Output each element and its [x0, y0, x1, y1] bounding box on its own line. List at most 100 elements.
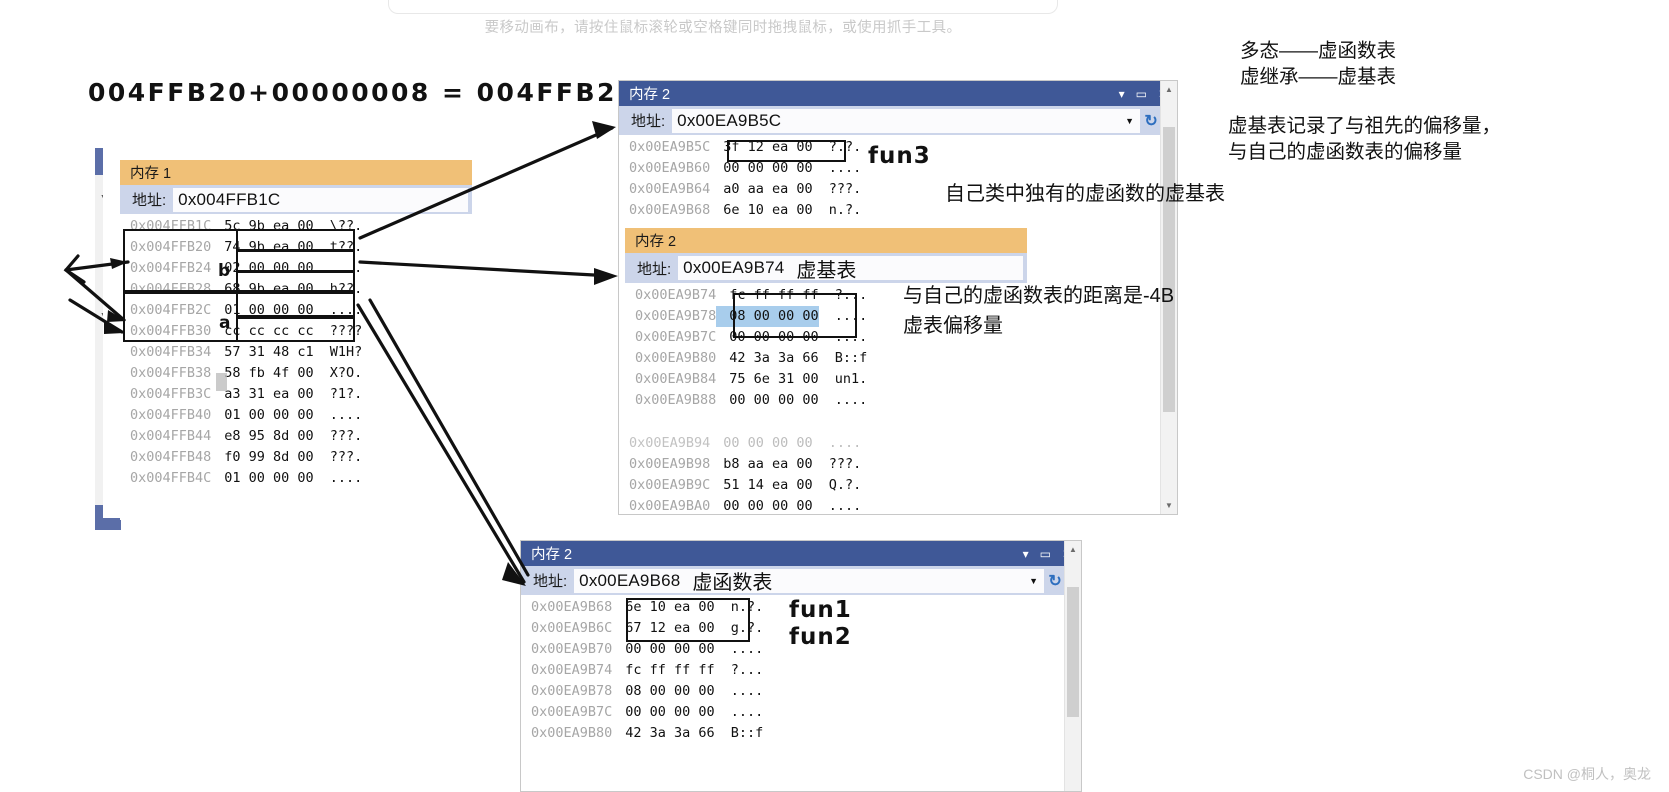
memory2bot-address-bar[interactable]: 地址: 0x00EA9B68 虚函数表 ▼ ↻ '' — [521, 566, 1081, 595]
memory-row-bytes[interactable]: a0 aa ea 00 — [710, 179, 812, 200]
scroll-up-icon[interactable]: ▲ — [1161, 81, 1177, 98]
memory-row-ascii: Q.?. — [828, 477, 862, 493]
memory1-caret-highlight — [216, 373, 227, 391]
memory-row-bytes[interactable]: 68 9b ea 00 — [211, 279, 313, 300]
memory-row-bytes[interactable]: e8 95 8d 00 — [211, 426, 313, 447]
memory1-address-value: 0x004FFB1C — [178, 189, 281, 209]
memory2mid-address-bar[interactable]: 地址: 0x00EA9B74 虚基表 — [625, 253, 1027, 283]
memory-row[interactable]: 0x004FFB40 01 00 00 00.... — [120, 405, 472, 426]
memory-row[interactable]: 0x004FFB1C 5c 9b ea 00 \??. — [120, 216, 472, 237]
hand-label-fun1: fun1 — [789, 597, 852, 623]
memory-row-ascii: B::f — [730, 725, 764, 741]
memory-row-address: 0x00EA9B68 — [629, 202, 711, 218]
memory-row[interactable]: 0x00EA9B9C 51 14 ea 00 Q.?. — [619, 475, 1177, 496]
memory-row-bytes[interactable]: 01 00 00 00 — [211, 468, 313, 489]
memory-row-bytes[interactable]: 08 00 00 00 — [716, 306, 819, 327]
memory-row[interactable]: 0x004FFB20 74 9b ea 00 t??. — [120, 237, 472, 258]
memory-row-bytes[interactable]: 00 00 00 00 — [716, 390, 818, 411]
memory-row-bytes[interactable]: 08 00 00 00 — [612, 681, 714, 702]
memory2top-address-bar[interactable]: 地址: 0x00EA9B5C ▼ ↻ '' — [619, 106, 1177, 135]
memory-row[interactable]: 0x004FFB44 e8 95 8d 00???. — [120, 426, 472, 447]
memory-row-bytes[interactable]: 01 00 00 00 — [211, 405, 313, 426]
memory-row[interactable]: 0x004FFB30 cc cc cc cc???? — [120, 321, 472, 342]
memory2bot-address-input[interactable]: 0x00EA9B68 虚函数表 ▼ — [574, 568, 1045, 594]
scrollbar-thumb[interactable] — [1067, 587, 1079, 717]
memory2mid-address-input[interactable]: 0x00EA9B74 虚基表 — [678, 256, 1023, 282]
memory-row-bytes[interactable]: 42 3a 3a 66 — [612, 723, 714, 744]
memory-row[interactable]: 0x00EA9B98 b8 aa ea 00???. — [619, 454, 1177, 475]
chevron-down-icon[interactable]: ▼ — [1029, 576, 1044, 586]
memory2mid-titlebar[interactable]: 内存 2 — [625, 228, 1027, 253]
scroll-down-icon[interactable]: ▼ — [1161, 497, 1177, 514]
memory-row-bytes[interactable]: 6e 10 ea 00 — [612, 597, 714, 618]
hand-label-fun3: fun3 — [868, 143, 931, 169]
memory2bot-titlebar[interactable]: 内存 2 ▾ ▭ ✕ — [521, 541, 1081, 566]
memory-row-bytes[interactable]: 42 3a 3a 66 — [716, 348, 818, 369]
chevron-down-icon[interactable]: ▾ — [1119, 88, 1125, 100]
memory1-hex-grid[interactable]: 0x004FFB1C 5c 9b ea 00 \??. 0x004FFB20 74 9b… — [120, 214, 472, 489]
memory-row[interactable]: 0x004FFB38 58 fb 4f 00 X?O. — [120, 363, 472, 384]
memory-row-bytes[interactable]: 00 00 00 00 — [612, 702, 714, 723]
refresh-icon[interactable]: ↻ — [1044, 571, 1066, 591]
memory-row-bytes[interactable]: fc ff ff ff — [716, 285, 818, 306]
memory-row[interactable]: 0x004FFB34 57 31 48 c1 W1H? — [120, 342, 472, 363]
scrollbar-thumb[interactable] — [1163, 127, 1175, 412]
memory-row-bytes[interactable]: b8 aa ea 00 — [710, 454, 812, 475]
memory-row[interactable]: 0x00EA9BA0 00 00 00 00.... — [619, 496, 1177, 517]
memory-row[interactable]: 0x004FFB2C 01 00 00 00.... — [120, 300, 472, 321]
memory-row-address: 0x004FFB4C — [130, 470, 212, 486]
memory-row[interactable]: 0x00EA9B94 00 00 00 00.... — [619, 433, 1177, 454]
memory-row[interactable]: 0x004FFB28 68 9b ea 00 h??. — [120, 279, 472, 300]
refresh-icon[interactable]: ↻ — [1140, 111, 1162, 131]
memory-row-bytes[interactable]: 00 00 00 00 — [612, 639, 714, 660]
memory-window-1[interactable]: 内存 1 地址: 0x004FFB1C 0x004FFB1C 5c 9b ea 0… — [120, 160, 472, 520]
memory-row[interactable]: 0x004FFB48 f0 99 8d 00???. — [120, 447, 472, 468]
memory-window-2-bottom[interactable]: 内存 2 ▾ ▭ ✕ 地址: 0x00EA9B68 虚函数表 ▼ ↻ '' 0x… — [520, 540, 1082, 792]
memory-row[interactable]: 0x00EA9B78 08 00 00 00.... — [521, 681, 1081, 702]
memory-row-ascii: ?.?. — [828, 139, 862, 155]
memory-row-ascii: .... — [329, 260, 363, 276]
memory-row-bytes[interactable]: 57 31 48 c1 — [211, 342, 313, 363]
memory-row-address: 0x00EA9B80 — [531, 725, 613, 741]
memory-row-bytes[interactable]: 51 14 ea 00 — [710, 475, 812, 496]
memory-row-ascii: X?O. — [329, 365, 363, 381]
memory2bot-vertical-scrollbar[interactable]: ▲ — [1064, 541, 1081, 791]
memory-row[interactable]: 0x00EA9B74 fc ff ff ff?... — [521, 660, 1081, 681]
memory-row[interactable]: 0x00EA9B7C 00 00 00 00.... — [521, 702, 1081, 723]
memory-row-bytes[interactable]: 00 00 00 00 — [710, 496, 812, 517]
memory1-titlebar[interactable]: 内存 1 — [120, 160, 472, 185]
memory-row-ascii: W1H? — [329, 344, 363, 360]
memory2top-hex-grid-tail[interactable]: 0x00EA9B94 00 00 00 00.... 0x00EA9B98 b8 aa… — [619, 431, 1177, 517]
memory-row-bytes[interactable]: 00 00 00 00 — [716, 327, 818, 348]
memory-row[interactable]: 0x00EA9B88 00 00 00 00.... — [625, 390, 1027, 411]
memory-row-bytes[interactable]: 75 6e 31 00 — [716, 369, 818, 390]
memory-row-address: 0x00EA9B98 — [629, 456, 711, 472]
memory-row-bytes[interactable]: 00 00 00 00 — [710, 433, 812, 454]
memory2top-titlebar[interactable]: 内存 2 ▾ ▭ ✕ — [619, 81, 1177, 106]
annotation-own-vfunc-vbtable: 自己类中独有的虚函数的虚基表 — [945, 183, 1225, 205]
memory-row[interactable]: 0x004FFB24 02 00 00 00.... — [120, 258, 472, 279]
memory-row-address: 0x00EA9B80 — [635, 350, 717, 366]
memory-row-bytes[interactable]: 74 9b ea 00 — [211, 237, 313, 258]
memory-row[interactable]: 0x004FFB3C a3 31 ea 00 ?1?. — [120, 384, 472, 405]
scroll-up-icon[interactable]: ▲ — [1065, 541, 1081, 558]
memory-row-bytes[interactable]: 5c 9b ea 00 — [211, 216, 313, 237]
chevron-down-icon[interactable]: ▼ — [1125, 116, 1140, 126]
memory-row-bytes[interactable]: fc ff ff ff — [612, 660, 714, 681]
memory1-address-input[interactable]: 0x004FFB1C — [173, 187, 468, 212]
maximize-icon[interactable]: ▭ — [1136, 88, 1147, 100]
chevron-down-icon[interactable]: ▾ — [1023, 548, 1029, 560]
memory-row[interactable]: 0x004FFB4C 01 00 00 00.... — [120, 468, 472, 489]
memory-row-bytes[interactable]: 3f 12 ea 00 — [710, 137, 812, 158]
memory-row[interactable]: 0x00EA9B84 75 6e 31 00 un1. — [625, 369, 1027, 390]
memory-row-bytes[interactable]: f0 99 8d 00 — [211, 447, 313, 468]
memory2top-address-input[interactable]: 0x00EA9B5C ▼ — [672, 108, 1141, 133]
memory-row[interactable]: 0x00EA9B80 42 3a 3a 66 B::f — [521, 723, 1081, 744]
memory-row-bytes[interactable]: 6e 10 ea 00 — [710, 200, 812, 221]
memory-row-bytes[interactable]: 00 00 00 00 — [710, 158, 812, 179]
maximize-icon[interactable]: ▭ — [1040, 548, 1051, 560]
memory1-address-bar[interactable]: 地址: 0x004FFB1C — [120, 185, 472, 214]
memory-row-ascii: ?... — [730, 662, 764, 678]
memory-row-bytes[interactable]: 67 12 ea 00 — [612, 618, 714, 639]
memory-row[interactable]: 0x00EA9B80 42 3a 3a 66 B::f — [625, 348, 1027, 369]
